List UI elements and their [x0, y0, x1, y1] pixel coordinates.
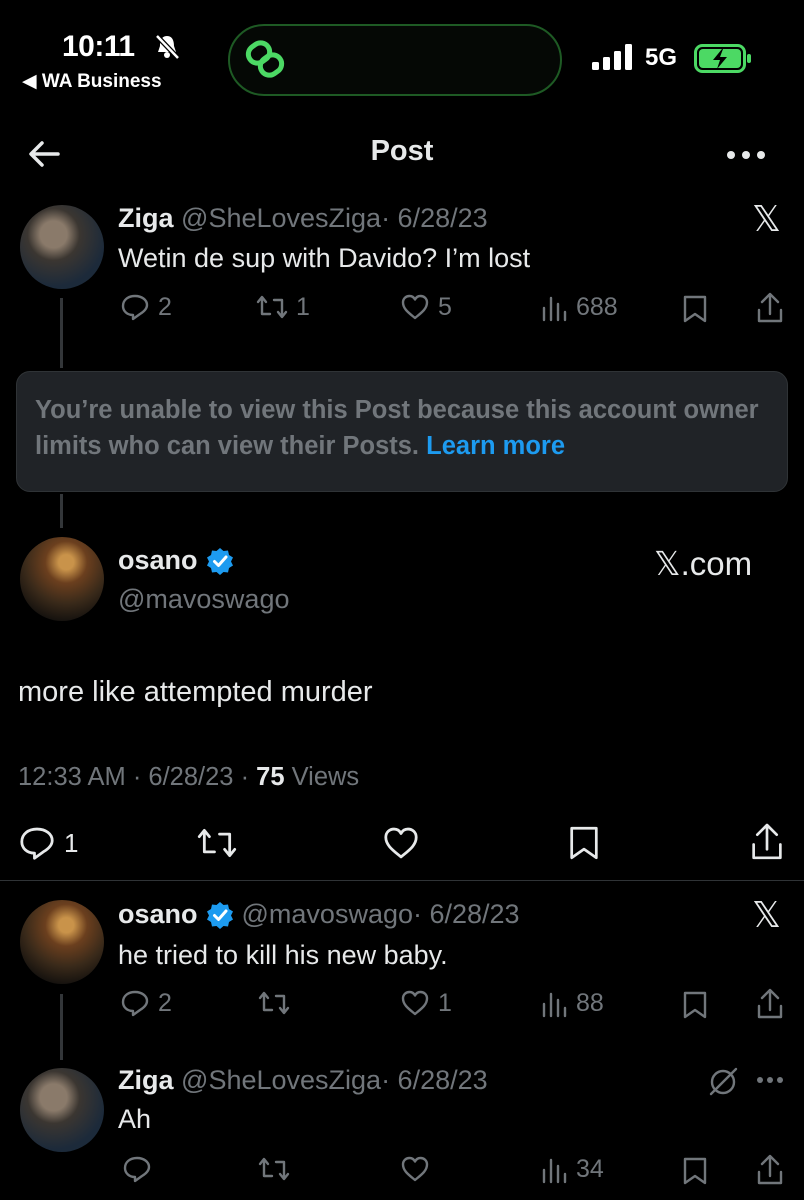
- reply-icon[interactable]: [122, 1154, 152, 1184]
- post-timestamp: 12:33 AM · 6/28/23 ·: [18, 763, 250, 791]
- tweet-date: · 6/28/23: [413, 899, 520, 929]
- tweet-header: Ziga @SheLovesZiga· 6/28/23: [118, 203, 488, 234]
- author-name[interactable]: osano: [118, 899, 198, 930]
- views-button[interactable]: 88: [540, 988, 604, 1018]
- bookmark-icon[interactable]: [682, 294, 708, 324]
- reply-count: 2: [158, 988, 172, 1017]
- like-button[interactable]: 1: [400, 988, 452, 1018]
- post-source-label: 𝕏.com: [654, 545, 753, 582]
- tweet-header: Ziga @SheLovesZiga· 6/28/23: [118, 1065, 488, 1096]
- reply-icon: [121, 294, 149, 321]
- reply-count: 2: [158, 292, 172, 321]
- x-logo-icon: 𝕏: [752, 198, 782, 239]
- heart-icon[interactable]: [400, 1154, 430, 1184]
- repost-icon[interactable]: [258, 1154, 290, 1184]
- tweet-text: Ah: [118, 1104, 152, 1134]
- share-icon[interactable]: [756, 292, 784, 324]
- tweet-text: Wetin de sup with Davido? I’m lost: [118, 243, 531, 273]
- repost-icon[interactable]: [196, 824, 238, 862]
- reply-button[interactable]: 2: [120, 988, 172, 1018]
- more-options-icon[interactable]: [726, 150, 766, 160]
- reply-button[interactable]: 1: [18, 824, 78, 862]
- repost-icon: [256, 295, 288, 319]
- repost-button[interactable]: 1: [256, 292, 310, 322]
- restricted-post-notice: You’re unable to view this Post because …: [16, 371, 788, 492]
- views-number: 75: [256, 763, 285, 791]
- views-button[interactable]: 34: [540, 1154, 604, 1184]
- bookmark-icon[interactable]: [682, 1156, 708, 1186]
- status-time: 10:11: [62, 30, 135, 63]
- views-icon: [542, 992, 567, 1018]
- author-handle[interactable]: @SheLovesZiga: [181, 203, 381, 233]
- repost-icon[interactable]: [258, 988, 290, 1018]
- author-handle[interactable]: @SheLovesZiga: [181, 1065, 381, 1095]
- restricted-text: You’re unable to view this Post because …: [35, 396, 759, 460]
- share-icon[interactable]: [756, 988, 784, 1020]
- tweet-date: · 6/28/23: [381, 1065, 488, 1095]
- author-name[interactable]: osano: [118, 545, 198, 576]
- post-meta: 12:33 AM · 6/28/23 · 75 Views: [18, 763, 359, 792]
- avatar-osano[interactable]: [20, 900, 104, 984]
- views-button[interactable]: 688: [540, 292, 618, 322]
- like-count: 5: [438, 292, 452, 321]
- main-post-author: osano: [118, 545, 234, 576]
- views-count: 88: [576, 988, 604, 1017]
- share-icon[interactable]: [750, 822, 784, 862]
- author-handle[interactable]: @mavoswago: [242, 899, 413, 929]
- x-logo-icon: 𝕏: [752, 894, 782, 935]
- battery-charging-icon: [694, 44, 751, 73]
- avatar-ziga[interactable]: [20, 205, 104, 289]
- reply-icon: [121, 990, 149, 1017]
- bookmark-icon[interactable]: [682, 990, 708, 1020]
- page-title: Post: [370, 135, 434, 167]
- author-handle[interactable]: @mavoswago: [118, 584, 289, 615]
- heart-icon: [401, 990, 429, 1016]
- reply-count: 1: [64, 827, 79, 858]
- author-name[interactable]: Ziga: [118, 1065, 174, 1095]
- bookmark-icon[interactable]: [568, 824, 600, 862]
- thread-line: [60, 298, 63, 368]
- avatar-ziga[interactable]: [20, 1068, 104, 1152]
- tweet-date: · 6/28/23: [381, 203, 488, 233]
- repost-count: 1: [296, 292, 310, 321]
- heart-icon: [401, 294, 429, 320]
- avatar-osano[interactable]: [20, 537, 104, 621]
- grok-icon[interactable]: [706, 1066, 740, 1098]
- views-count: 688: [576, 292, 618, 321]
- views-count: 34: [576, 1154, 604, 1183]
- back-to-app-link[interactable]: ◀ WA Business: [22, 70, 162, 93]
- views-label: Views: [291, 763, 360, 791]
- like-count: 1: [438, 988, 452, 1017]
- verified-badge-icon: [206, 547, 233, 575]
- network-type: 5G: [645, 44, 678, 71]
- main-post-text: more like attempted murder: [18, 676, 373, 708]
- learn-more-link[interactable]: Learn more: [426, 432, 565, 460]
- tweet-text: he tried to kill his new baby.: [118, 940, 448, 970]
- divider: [0, 880, 804, 881]
- signal-icon: [592, 44, 632, 70]
- thread-line: [60, 994, 63, 1060]
- more-options-icon[interactable]: [756, 1076, 784, 1084]
- reply-icon: [20, 827, 54, 860]
- link-icon: [245, 40, 285, 78]
- views-icon: [542, 296, 567, 322]
- tweet-header: osano @mavoswago· 6/28/23: [118, 899, 520, 930]
- heart-icon[interactable]: [382, 824, 420, 862]
- reply-button[interactable]: 2: [120, 292, 172, 322]
- author-name[interactable]: Ziga: [118, 203, 174, 233]
- like-button[interactable]: 5: [400, 292, 452, 322]
- thread-line: [60, 494, 63, 528]
- share-icon[interactable]: [756, 1154, 784, 1186]
- verified-badge-icon: [206, 901, 233, 929]
- views-icon: [542, 1158, 567, 1184]
- silent-bell-icon: [155, 34, 180, 60]
